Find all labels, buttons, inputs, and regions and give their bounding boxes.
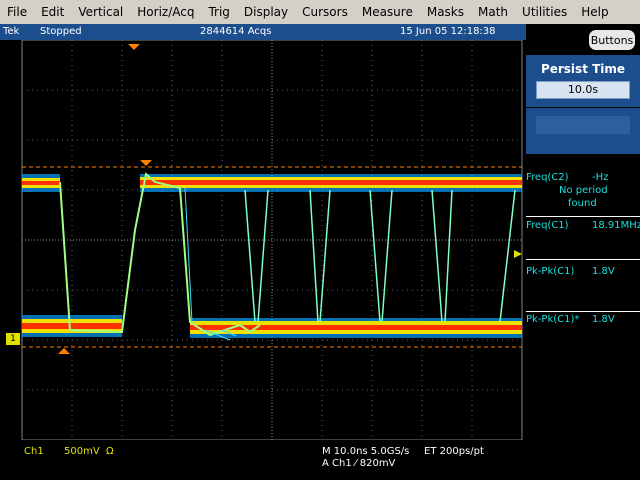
- measurement-divider: [526, 259, 640, 260]
- persist-time-control: Persist Time 10.0s: [526, 55, 640, 107]
- cursor-marker-top[interactable]: [140, 160, 152, 166]
- measurement-divider: [526, 311, 640, 312]
- menu-horiz-acq[interactable]: Horiz/Acq: [130, 5, 201, 19]
- menu-file[interactable]: File: [0, 5, 34, 19]
- acquisition-count: 2844614 Acqs: [200, 26, 272, 37]
- persist-time-title: Persist Time: [540, 62, 626, 76]
- channel1-ground-marker[interactable]: 1: [6, 333, 20, 345]
- menu-math[interactable]: Math: [471, 5, 515, 19]
- measurement-freq-c1[interactable]: Freq(C1) 18.91MHz: [526, 220, 640, 234]
- buttons-button[interactable]: Buttons: [588, 29, 636, 51]
- status-bar: Tek Stopped 2844614 Acqs 15 Jun 05 12:18…: [0, 24, 526, 40]
- info-bar: Ch1 500mV Ω M 10.0ns 5.0GS/s ET 200ps/pt…: [0, 440, 526, 480]
- measurement-pkpk-c1-star[interactable]: Pk-Pk(C1)* 1.8V: [526, 314, 640, 328]
- measurement-label: Pk-Pk(C1): [526, 266, 575, 277]
- trigger-level-arrow[interactable]: [514, 250, 522, 258]
- acquisition-state: Stopped: [40, 26, 82, 37]
- measurement-value: 1.8V: [592, 266, 615, 277]
- measurement-value: 18.91MHz: [592, 220, 640, 231]
- menu-vertical[interactable]: Vertical: [71, 5, 130, 19]
- timebase-setting[interactable]: M 10.0ns 5.0GS/s: [322, 446, 409, 457]
- menu-utilities[interactable]: Utilities: [515, 5, 574, 19]
- measurement-pkpk-c1[interactable]: Pk-Pk(C1) 1.8V: [526, 266, 640, 280]
- graticule: [21, 40, 523, 440]
- channel-scale[interactable]: 500mV: [64, 446, 100, 457]
- measurement-label: Pk-Pk(C1)*: [526, 314, 580, 325]
- measurement-value: -Hz: [592, 172, 609, 183]
- date-time: 15 Jun 05 12:18:38: [400, 26, 496, 37]
- persist-time-input[interactable]: 10.0s: [536, 81, 630, 99]
- cursor-marker-bottom[interactable]: [58, 348, 70, 354]
- menu-display[interactable]: Display: [237, 5, 295, 19]
- trigger-position-marker[interactable]: [128, 44, 140, 50]
- menu-help[interactable]: Help: [574, 5, 615, 19]
- brand-label: Tek: [3, 26, 20, 37]
- channel-name[interactable]: Ch1: [24, 446, 44, 457]
- menu-trig[interactable]: Trig: [201, 5, 236, 19]
- menu-cursors[interactable]: Cursors: [295, 5, 355, 19]
- waveform-display[interactable]: [0, 40, 526, 440]
- measurement-note: No period: [559, 185, 608, 196]
- measurement-value: 1.8V: [592, 314, 615, 325]
- measurement-note: found: [568, 198, 597, 209]
- menu-bar: File Edit Vertical Horiz/Acq Trig Displa…: [0, 0, 640, 24]
- trigger-setting[interactable]: A Ch1 ⁄ 820mV: [322, 458, 395, 469]
- measurement-freq-c2[interactable]: Freq(C2) -Hz No period found: [526, 172, 640, 216]
- empty-control-field[interactable]: [536, 116, 630, 134]
- measurement-divider: [526, 216, 640, 217]
- measurement-label: Freq(C1): [526, 220, 569, 231]
- sampling-setting: ET 200ps/pt: [424, 446, 484, 457]
- menu-masks[interactable]: Masks: [420, 5, 471, 19]
- channel-coupling: Ω: [106, 446, 114, 457]
- measurement-label: Freq(C2): [526, 172, 569, 183]
- menu-measure[interactable]: Measure: [355, 5, 420, 19]
- empty-control-box: [526, 108, 640, 154]
- menu-edit[interactable]: Edit: [34, 5, 71, 19]
